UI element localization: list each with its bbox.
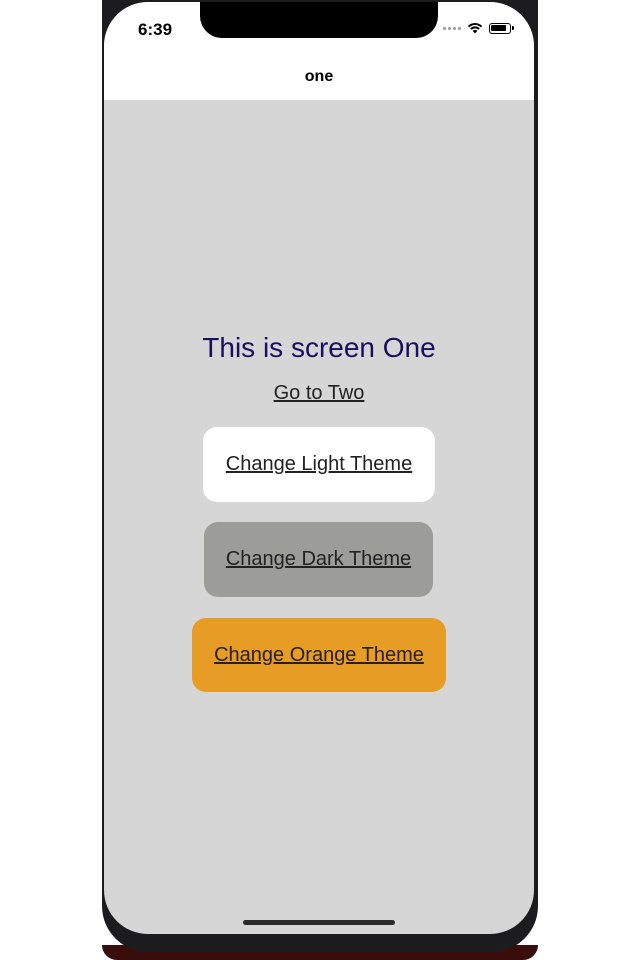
change-light-theme-button[interactable]: Change Light Theme [203,427,435,502]
signal-icon [443,26,461,30]
wifi-icon [467,23,483,34]
main-content: This is screen One Go to Two Change Ligh… [104,100,534,934]
notch [200,2,438,38]
app-screen: 6:39 one This is screen One Go to Two Ch… [104,2,534,934]
change-light-theme-label: Change Light Theme [225,453,413,475]
change-dark-theme-button[interactable]: Change Dark Theme [204,522,433,597]
battery-tip [512,26,514,30]
status-icons [443,22,514,34]
battery-icon [489,22,511,34]
go-to-two-link[interactable]: Go to Two [104,382,534,405]
status-time: 6:39 [138,20,173,39]
change-orange-theme-button[interactable]: Change Orange Theme [192,618,446,692]
home-indicator[interactable] [243,920,395,925]
screen-title: This is screen One [202,332,436,363]
nav-title: one [304,68,334,85]
change-dark-theme-label: Change Dark Theme [225,548,412,570]
change-orange-theme-label: Change Orange Theme [214,643,424,666]
status-bar: 6:39 one [104,2,534,100]
